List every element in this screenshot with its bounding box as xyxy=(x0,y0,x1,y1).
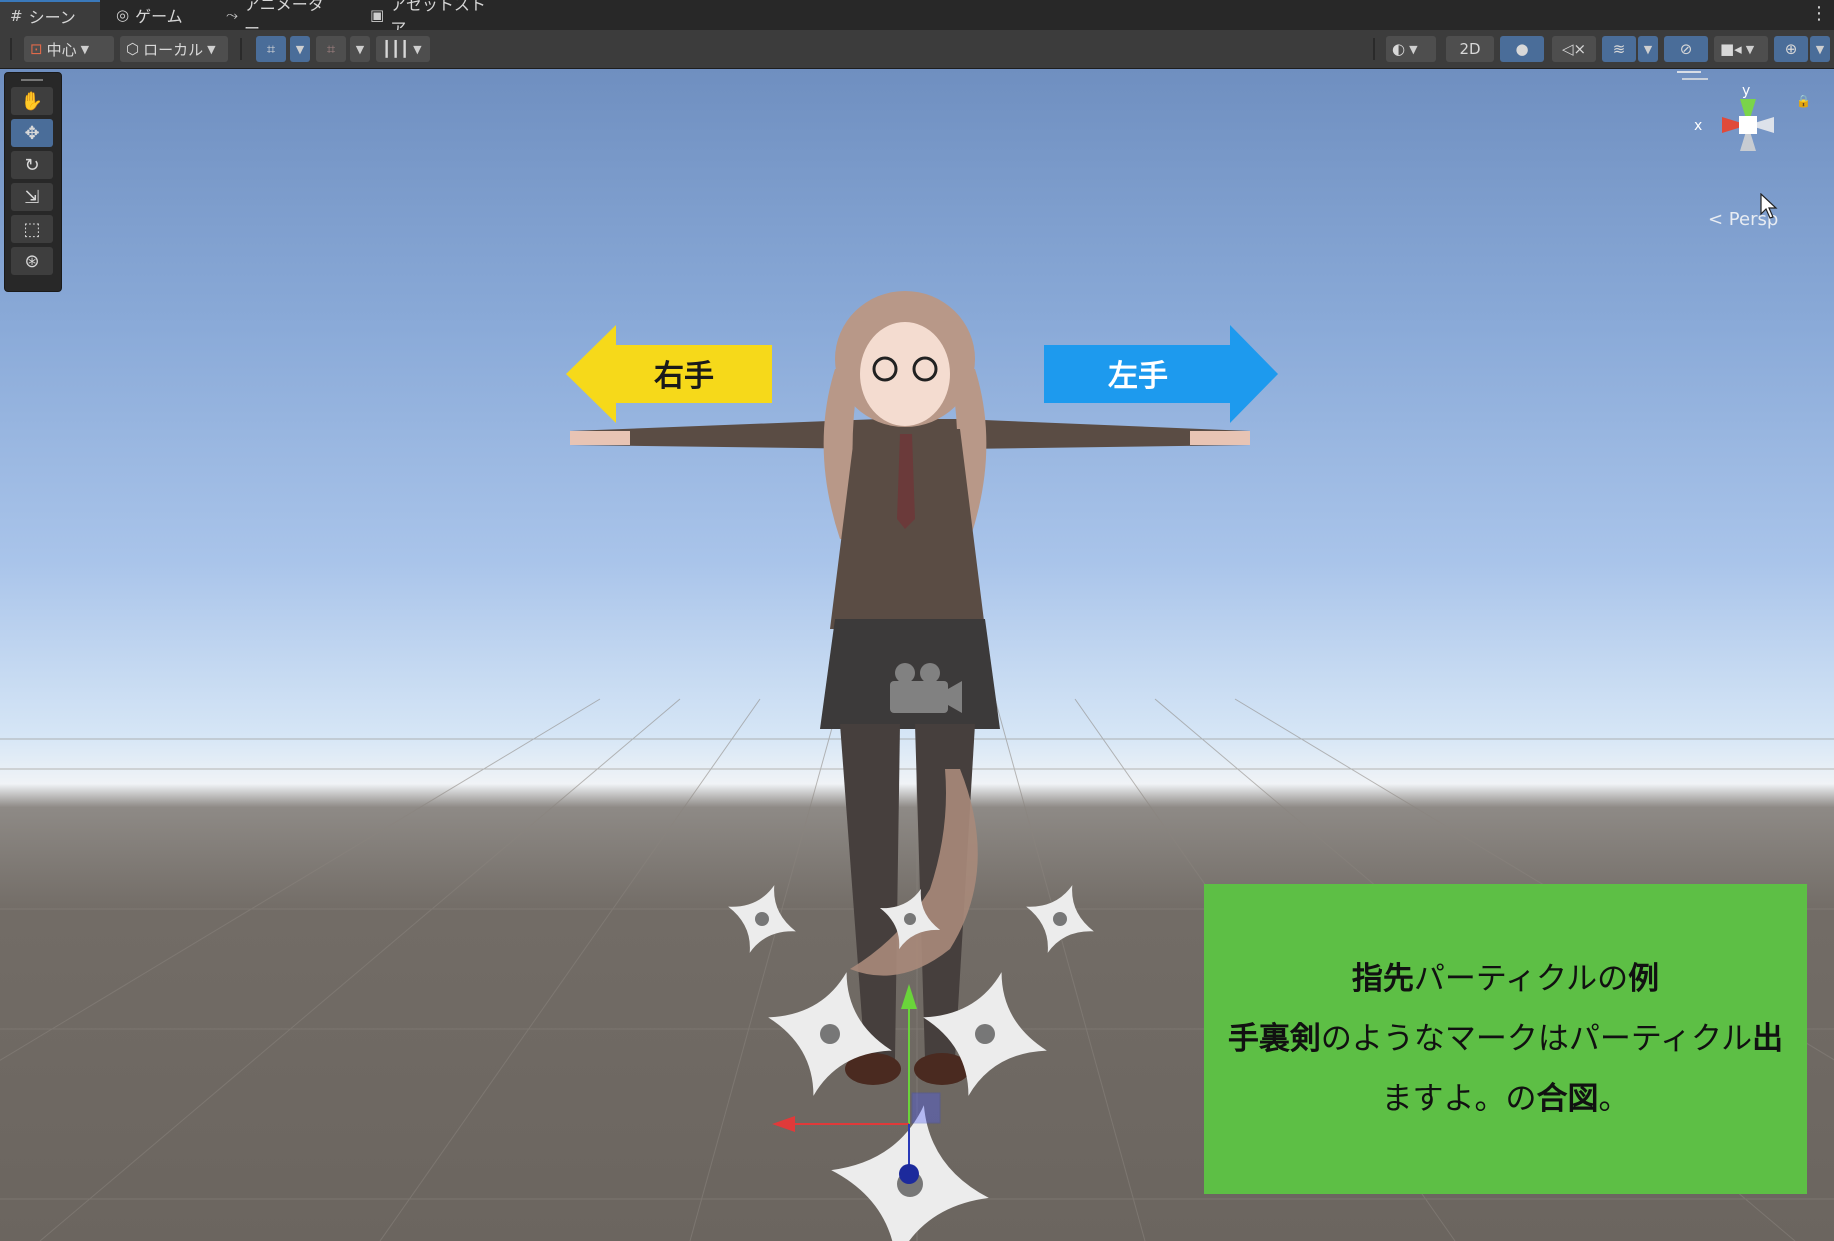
right-hand-label: 右手 xyxy=(654,359,714,394)
camera-gizmo-icon xyxy=(890,663,962,713)
audio-toggle[interactable]: ◁× xyxy=(1552,36,1596,62)
animator-icon: ⤳ xyxy=(226,6,239,24)
toggle-2d-label: 2D xyxy=(1459,40,1481,58)
gizmo-globe-icon: ⊕ xyxy=(1784,40,1798,58)
grid-snap-dropdown[interactable]: ▼ xyxy=(290,36,310,62)
cube-icon: ⬡ xyxy=(126,40,140,58)
transform-combo-icon: ⊛ xyxy=(24,250,40,272)
chevron-down-icon: ▼ xyxy=(207,42,216,56)
palette-drag-handle[interactable] xyxy=(21,79,43,81)
note-line-3: ますよ。の合図。 xyxy=(1382,1069,1630,1129)
note-line-2: 手裏剣のようなマークはパーティクル出 xyxy=(1228,1009,1783,1069)
camera-dropdown[interactable]: ■◂ ▼ xyxy=(1714,36,1768,62)
shuriken-marker xyxy=(906,955,1064,1113)
eye-hidden-icon: ⊘ xyxy=(1679,40,1693,58)
transform-tool-palette: ✋ ✥ ↻ ⇲ ⬚ ⊛ xyxy=(4,72,62,292)
pivot-dropdown[interactable]: ⊡ 中心 ▼ xyxy=(24,36,114,62)
tab-asset-store[interactable]: ▣ アセットストア xyxy=(360,0,500,38)
effects-toggle[interactable]: ≋ xyxy=(1602,36,1636,62)
grid-icon: # xyxy=(10,7,23,25)
note-text: 例 xyxy=(1628,961,1660,997)
increment-snap-dropdown[interactable]: ▼ xyxy=(350,36,370,62)
transform-tool-button[interactable]: ⊛ xyxy=(11,247,53,275)
shuriken-marker xyxy=(1013,872,1107,966)
space-dropdown[interactable]: ⬡ ローカル ▼ xyxy=(120,36,228,62)
shuriken-marker xyxy=(751,955,909,1113)
toggle-2d-button[interactable]: 2D xyxy=(1446,36,1494,62)
axis-x-label: x xyxy=(1694,118,1702,134)
move-arrows-icon: ✥ xyxy=(24,122,40,144)
note-text: 。 xyxy=(1598,1081,1630,1117)
note-text: パーティクルの xyxy=(1413,961,1629,997)
chevron-down-icon: ▼ xyxy=(295,42,305,56)
chevron-down-icon: ▼ xyxy=(1409,42,1418,56)
mouse-cursor-icon xyxy=(1760,193,1778,219)
rect-tool-button[interactable]: ⬚ xyxy=(11,215,53,243)
scene-viewport[interactable]: 右手 左手 指先パーティクルの例 手裏剣のようなマークはパーティクル出 ますよ。… xyxy=(0,69,1834,1241)
grid-snap-icon: ⌗ xyxy=(266,40,276,58)
note-text: 指先 xyxy=(1351,961,1414,997)
shuriken-marker xyxy=(868,877,952,961)
left-hand-label: 左手 xyxy=(1108,359,1168,394)
layers-effects-icon: ≋ xyxy=(1612,40,1626,58)
chevron-down-icon: ▼ xyxy=(1643,42,1653,56)
store-bag-icon: ▣ xyxy=(370,6,385,24)
gizmo-drag-handle[interactable] xyxy=(1682,78,1708,80)
pivot-icon: ⊡ xyxy=(30,40,43,58)
shading-mode-dropdown[interactable]: ◐ ▼ xyxy=(1386,36,1436,62)
chevron-down-icon: ▼ xyxy=(413,42,422,56)
chevron-down-icon: ▼ xyxy=(1815,42,1825,56)
editor-tab-bar: # シーン ◎ ゲーム ⤳ アニメーター ▣ アセットストア ⋮ xyxy=(0,0,1834,38)
shading-sphere-icon: ◐ xyxy=(1392,40,1406,58)
chevron-down-icon: ▼ xyxy=(355,42,365,56)
ruler-dropdown[interactable]: ┃┃┃ ▼ xyxy=(376,36,430,62)
particle-note-box: 指先パーティクルの例 手裏剣のようなマークはパーティクル出 ますよ。の合図。 xyxy=(1204,884,1807,1194)
note-line-1: 指先パーティクルの例 xyxy=(1352,949,1659,1009)
note-text: ますよ。の xyxy=(1381,1081,1537,1117)
lock-icon[interactable]: 🔒 xyxy=(1796,94,1811,108)
camera-icon: ■◂ xyxy=(1720,40,1742,58)
gizmos-toggle[interactable]: ⊕ xyxy=(1774,36,1808,62)
scale-tool-button[interactable]: ⇲ xyxy=(11,183,53,211)
ruler-icon: ┃┃┃ xyxy=(382,40,410,58)
axis-y-label: y xyxy=(1742,83,1750,99)
chevron-down-icon: ▼ xyxy=(1745,42,1755,56)
speaker-muted-icon: ◁× xyxy=(1561,40,1587,58)
toolbar-separator xyxy=(10,38,12,60)
effects-dropdown[interactable]: ▼ xyxy=(1638,36,1658,62)
move-tool-button[interactable]: ✥ xyxy=(11,119,53,147)
toolbar-separator xyxy=(1373,38,1375,60)
rotate-icon: ↻ xyxy=(24,154,40,176)
hand-tool-button[interactable]: ✋ xyxy=(11,87,53,115)
lighting-toggle[interactable]: ● xyxy=(1500,36,1544,62)
tab-game-label: ゲーム xyxy=(135,7,183,26)
note-text: 手裏剣 xyxy=(1227,1021,1321,1057)
rect-transform-icon: ⬚ xyxy=(23,218,41,240)
chevron-down-icon: ▼ xyxy=(80,42,90,56)
lightbulb-icon: ● xyxy=(1515,40,1529,58)
tab-scene-label: シーン xyxy=(28,8,76,27)
increment-snap-toggle[interactable]: ⌗ xyxy=(316,36,346,62)
tab-game[interactable]: ◎ ゲーム xyxy=(106,0,206,30)
note-text: のようなマークはパーティクル xyxy=(1320,1021,1753,1057)
orientation-gizmo[interactable]: y x 🔒 xyxy=(1676,69,1826,209)
gamepad-icon: ◎ xyxy=(116,6,130,24)
rotate-tool-button[interactable]: ↻ xyxy=(11,151,53,179)
hand-icon: ✋ xyxy=(20,90,44,112)
increment-snap-icon: ⌗ xyxy=(326,40,336,58)
more-menu-icon[interactable]: ⋮ xyxy=(1810,3,1828,24)
scene-toolbar: ⊡ 中心 ▼ ⬡ ローカル ▼ ⌗ ▼ ⌗ ▼ ┃┃┃ ▼ ◐ ▼ 2D ● ◁… xyxy=(0,30,1834,69)
scene-visibility-toggle[interactable]: ⊘ xyxy=(1664,36,1708,62)
space-label: ローカル xyxy=(143,40,204,59)
toolbar-separator xyxy=(240,38,242,60)
note-text: 出 xyxy=(1752,1021,1784,1057)
pivot-label: 中心 xyxy=(46,40,77,59)
grid-snap-toggle[interactable]: ⌗ xyxy=(256,36,286,62)
shuriken-marker xyxy=(715,872,809,966)
gizmos-dropdown[interactable]: ▼ xyxy=(1810,36,1830,62)
note-text: 合図 xyxy=(1536,1081,1599,1117)
scale-icon: ⇲ xyxy=(24,186,40,208)
tab-scene[interactable]: # シーン xyxy=(0,0,100,30)
tab-animator[interactable]: ⤳ アニメーター xyxy=(216,0,346,38)
